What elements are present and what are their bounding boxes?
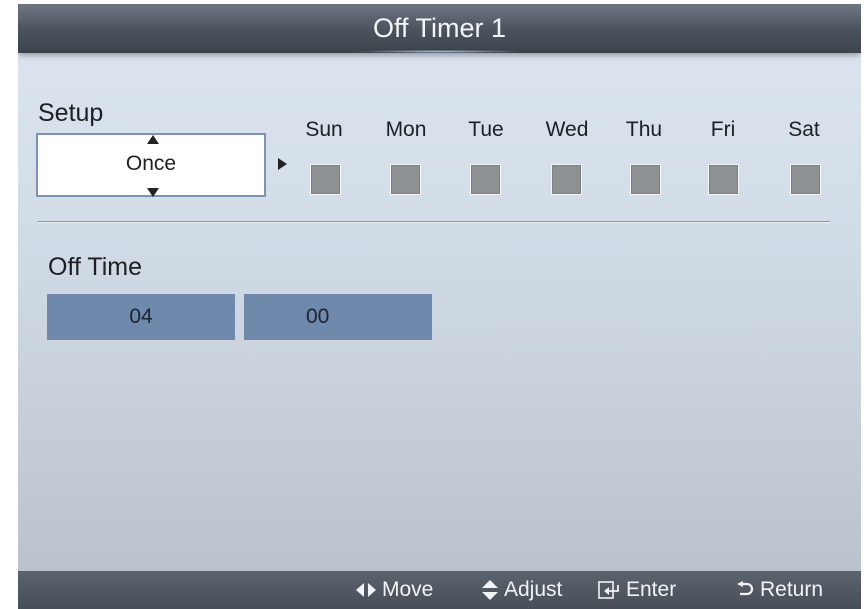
off-time-label: Off Time xyxy=(48,253,143,281)
day-label-fri: Fri xyxy=(710,118,736,141)
checkbox-wed[interactable] xyxy=(551,164,582,195)
hint-move: Move xyxy=(356,571,433,609)
hint-bar: Move Adjust Enter Return xyxy=(18,571,861,609)
window-title: Off Timer 1 xyxy=(372,13,507,43)
day-label-wed: Wed xyxy=(545,118,589,141)
hour-field[interactable]: 04 xyxy=(47,294,235,340)
hint-move-label: Move xyxy=(382,578,434,601)
checkbox-fri[interactable] xyxy=(708,164,739,195)
title-glow xyxy=(355,50,524,53)
arrow-right-icon xyxy=(278,158,287,170)
off-timer-window: Off Timer 1 Setup Once Sun Mon Tue Wed T… xyxy=(18,4,861,609)
hint-return: Return xyxy=(736,571,823,609)
arrow-up-icon[interactable] xyxy=(147,135,159,144)
day-label-thu: Thu xyxy=(625,118,663,141)
arrow-down-icon[interactable] xyxy=(147,188,159,197)
setup-label: Setup xyxy=(38,99,104,127)
section-divider xyxy=(38,221,830,223)
hint-adjust-label: Adjust xyxy=(504,578,563,601)
day-label-mon: Mon xyxy=(385,118,427,141)
day-label-sat: Sat xyxy=(788,118,820,141)
minute-field[interactable]: 00 xyxy=(244,294,432,340)
up-down-arrows-icon xyxy=(482,580,498,600)
left-right-arrows-icon xyxy=(356,583,376,597)
title-bar: Off Timer 1 xyxy=(18,4,861,53)
return-icon xyxy=(736,581,754,599)
setup-selector[interactable]: Once xyxy=(36,133,266,197)
checkbox-thu[interactable] xyxy=(630,164,661,195)
hint-adjust: Adjust xyxy=(482,571,562,609)
hour-value: 04 xyxy=(129,305,153,328)
checkbox-tue[interactable] xyxy=(470,164,501,195)
checkbox-sun[interactable] xyxy=(310,164,341,195)
hint-return-label: Return xyxy=(760,578,824,601)
day-label-sun: Sun xyxy=(305,118,343,141)
checkbox-sat[interactable] xyxy=(790,164,821,195)
minute-value: 00 xyxy=(306,305,330,328)
hint-enter: Enter xyxy=(598,571,676,609)
checkbox-mon[interactable] xyxy=(390,164,421,195)
hint-enter-label: Enter xyxy=(626,578,677,601)
day-label-tue: Tue xyxy=(468,118,504,141)
enter-icon xyxy=(598,581,620,599)
setup-value: Once xyxy=(125,152,177,175)
